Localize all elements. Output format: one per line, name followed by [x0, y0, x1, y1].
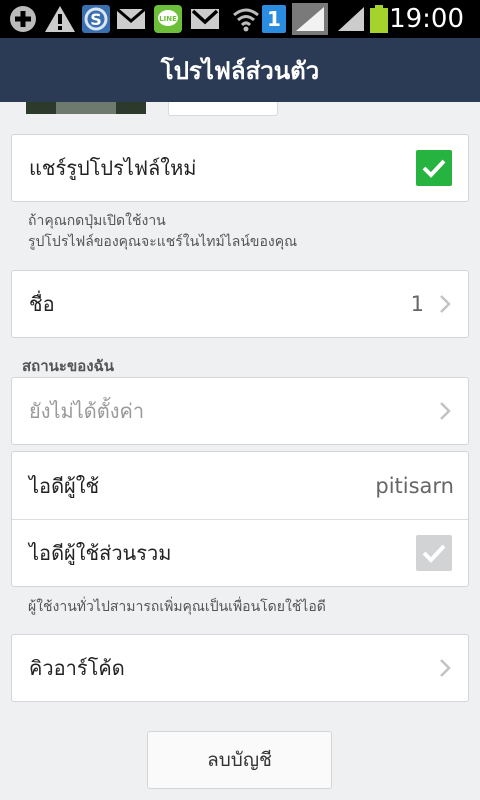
wifi-icon — [233, 8, 259, 32]
qr-label: คิวอาร์โค้ด — [29, 656, 125, 680]
chevron-right-icon — [440, 295, 451, 313]
signal-icon — [292, 3, 328, 35]
name-label: ชื่อ — [29, 292, 55, 316]
user-id-note: ผู้ใช้งานทั่วไปสามารถเพิ่มคุณเป็นเพื่อนโ… — [28, 599, 326, 615]
profile-photo[interactable] — [26, 102, 146, 114]
gmail-icon — [191, 9, 219, 29]
skype-icon: S — [82, 5, 110, 33]
public-id-row[interactable]: ไอดีผู้ใช้ส่วนรวม — [12, 519, 468, 586]
notification-badge: 1 — [262, 5, 286, 33]
svg-text:LINE: LINE — [159, 15, 177, 23]
qr-card: คิวอาร์โค้ด — [11, 634, 469, 702]
public-id-checkbox[interactable] — [416, 535, 452, 571]
status-bar: S LINE 1 19:00 — [0, 0, 480, 38]
change-photo-button[interactable] — [168, 102, 278, 116]
user-id-card: ไอดีผู้ใช้ pitisarn ไอดีผู้ใช้ส่วนรวม — [11, 451, 469, 587]
app-header: โปรไฟล์ส่วนตัว — [0, 38, 480, 102]
battery-icon — [370, 5, 388, 33]
status-row[interactable]: ยังไม่ได้ตั้งค่า — [12, 378, 468, 444]
name-card: ชื่อ 1 — [11, 270, 469, 338]
page-title: โปรไฟล์ส่วนตัว — [160, 56, 320, 85]
check-icon — [422, 159, 446, 178]
check-icon — [422, 544, 446, 563]
share-profile-checkbox[interactable] — [416, 150, 452, 186]
delete-account-button[interactable]: ลบบัญชี — [147, 731, 332, 789]
status-placeholder: ยังไม่ได้ตั้งค่า — [29, 399, 145, 423]
line-icon: LINE — [154, 5, 182, 33]
status-time: 19:00 — [389, 4, 464, 34]
chevron-right-icon — [440, 659, 451, 677]
qr-row[interactable]: คิวอาร์โค้ด — [12, 635, 468, 701]
share-profile-note-line2: รูปโปรไฟล์ของคุณจะแชร์ในไทม์ไลน์ของคุณ — [28, 234, 298, 250]
share-profile-note: ถ้าคุณกดปุ่มเปิดใช้งาน รูปโปรไฟล์ของคุณจ… — [28, 211, 297, 253]
name-value: 1 — [410, 292, 424, 316]
public-id-label: ไอดีผู้ใช้ส่วนรวม — [29, 541, 172, 565]
share-profile-card: แชร์รูปโปรไฟล์ใหม่ — [11, 134, 469, 202]
svg-text:S: S — [90, 10, 102, 29]
user-id-label: ไอดีผู้ใช้ — [29, 473, 100, 498]
mail-icon — [116, 7, 146, 29]
name-row[interactable]: ชื่อ 1 — [12, 271, 468, 337]
share-profile-note-line1: ถ้าคุณกดปุ่มเปิดใช้งาน — [28, 213, 166, 229]
chevron-right-icon — [440, 402, 451, 420]
warning-icon — [45, 6, 75, 32]
share-profile-row[interactable]: แชร์รูปโปรไฟล์ใหม่ — [12, 135, 468, 201]
add-icon — [10, 6, 36, 32]
user-id-row[interactable]: ไอดีผู้ใช้ pitisarn — [12, 452, 468, 519]
status-card: ยังไม่ได้ตั้งค่า — [11, 377, 469, 445]
share-profile-label: แชร์รูปโปรไฟล์ใหม่ — [29, 156, 197, 180]
signal-icon — [338, 7, 364, 31]
user-id-value: pitisarn — [375, 473, 454, 498]
status-section-title: สถานะของฉัน — [22, 357, 115, 375]
